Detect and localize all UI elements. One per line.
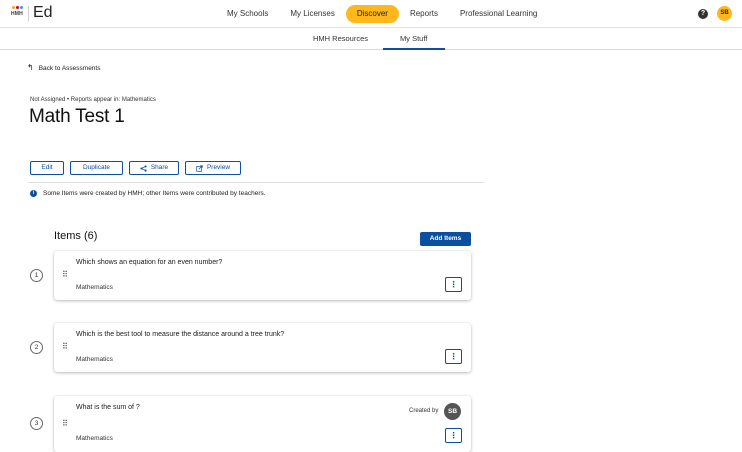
created-by-label: Created by (409, 408, 439, 414)
nav-my-schools[interactable]: My Schools (216, 5, 279, 23)
item-card[interactable]: ⠿ Which is the best tool to measure the … (54, 323, 471, 372)
preview-button-label: Preview (206, 164, 231, 171)
item-subject: Mathematics (76, 435, 113, 442)
logo-text: HMH (11, 11, 23, 17)
help-icon[interactable]: ? (698, 9, 708, 19)
info-icon: i (30, 190, 37, 197)
logo-divider (28, 6, 29, 21)
top-navigation-bar: HMH Ed My Schools My Licenses Discover R… (0, 0, 742, 28)
item-number-badge: 1 (30, 269, 43, 282)
main-nav: My Schools My Licenses Discover Reports … (216, 5, 548, 23)
share-icon (140, 164, 147, 172)
item-question: Which shows an equation for an even numb… (76, 259, 223, 266)
preview-button[interactable]: Preview (185, 161, 241, 175)
tab-my-stuff[interactable]: My Stuff (400, 34, 427, 43)
item-card[interactable]: ⠿ What is the sum of ? Created by SB Mat… (54, 396, 471, 452)
hmh-logo[interactable]: HMH (9, 5, 25, 23)
user-avatar[interactable]: SB (717, 6, 732, 21)
duplicate-button[interactable]: Duplicate (70, 161, 123, 175)
more-options-icon[interactable]: ⋮ (445, 277, 462, 292)
active-tab-indicator (383, 48, 445, 50)
tab-hmh-resources[interactable]: HMH Resources (313, 34, 368, 43)
more-options-icon[interactable]: ⋮ (445, 428, 462, 443)
drag-handle-icon[interactable]: ⠿ (62, 343, 68, 351)
share-button[interactable]: Share (129, 161, 179, 175)
duplicate-button-label: Duplicate (82, 164, 111, 171)
page-title: Math Test 1 (29, 106, 125, 127)
logo-dots-icon (9, 6, 25, 9)
nav-professional-learning[interactable]: Professional Learning (449, 5, 548, 23)
item-subject: Mathematics (76, 284, 113, 291)
add-items-button[interactable]: Add Items (420, 232, 471, 246)
item-number-badge: 3 (30, 417, 43, 430)
more-options-icon[interactable]: ⋮ (445, 349, 462, 364)
item-number-badge: 2 (30, 341, 43, 354)
external-link-icon (196, 164, 203, 172)
sub-navigation-bar: HMH Resources My Stuff (0, 28, 742, 50)
drag-handle-icon[interactable]: ⠿ (62, 420, 68, 428)
item-card[interactable]: ⠿ Which shows an equation for an even nu… (54, 251, 471, 300)
back-link-label: Back to Assessments (38, 64, 101, 72)
item-question: What is the sum of ? (76, 404, 140, 411)
edit-button[interactable]: Edit (30, 161, 64, 175)
creator-avatar: SB (444, 403, 461, 420)
back-arrow-icon: ↰ (27, 63, 34, 72)
nav-discover[interactable]: Discover (345, 5, 399, 23)
divider (28, 182, 484, 183)
app-name: Ed (33, 4, 53, 21)
drag-handle-icon[interactable]: ⠿ (62, 271, 68, 279)
info-text: Some Items were created by HMH; other It… (43, 190, 266, 197)
assessment-meta: Not Assigned • Reports appear in: Mathem… (30, 97, 156, 103)
back-to-assessments-link[interactable]: ↰ Back to Assessments (27, 64, 100, 72)
share-button-label: Share (150, 164, 169, 171)
item-subject: Mathematics (76, 356, 113, 363)
items-heading: Items (6) (54, 230, 98, 242)
nav-my-licenses[interactable]: My Licenses (279, 5, 345, 23)
nav-reports[interactable]: Reports (399, 5, 449, 23)
item-question: Which is the best tool to measure the di… (76, 331, 285, 338)
action-toolbar: Edit Duplicate Share Preview (30, 161, 241, 175)
edit-button-label: Edit (41, 164, 53, 171)
info-message: i Some Items were created by HMH; other … (30, 190, 266, 197)
